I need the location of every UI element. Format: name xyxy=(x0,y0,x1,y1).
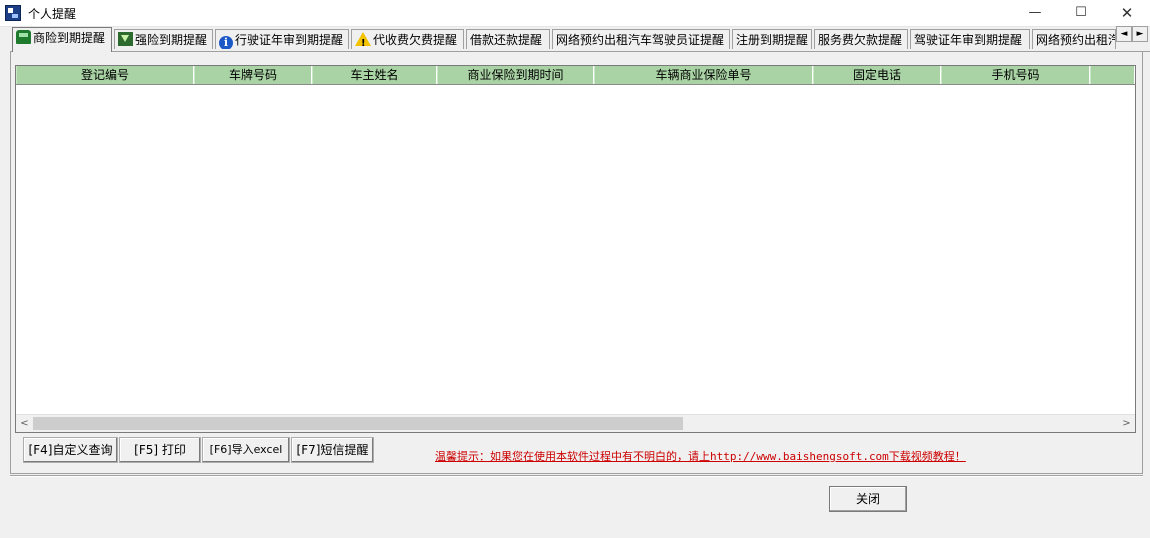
title-bar: 个人提醒 — ☐ ✕ xyxy=(0,0,1150,27)
print-button[interactable]: [F5] 打印 xyxy=(119,437,201,463)
tab-label: 商险到期提醒 xyxy=(33,31,106,45)
tab-ride-hailing-truncated[interactable]: 网络预约出租汽 xyxy=(1032,29,1116,49)
minimize-button[interactable]: — xyxy=(1012,0,1058,26)
column-header[interactable]: 固定电话 xyxy=(813,66,941,84)
tab-license-annual-review[interactable]: i 行驶证年审到期提醒 xyxy=(215,29,349,49)
tab-loan-repayment[interactable]: 借款还款提醒 xyxy=(466,29,550,49)
tip-link[interactable]: 温馨提示：如果您在使用本软件过程中有不明白的，请上http://www.bais… xyxy=(435,448,966,464)
column-header[interactable]: 车辆商业保险单号 xyxy=(594,66,813,84)
reminder-grid[interactable]: 登记编号 车牌号码 车主姓名 商业保险到期时间 车辆商业保险单号 固定电话 手机… xyxy=(15,65,1136,433)
tab-compulsory-insurance-expiry[interactable]: 强险到期提醒 xyxy=(114,29,213,49)
info-icon: i xyxy=(219,36,233,49)
tab-label: 网络预约出租汽车驾驶员证提醒 xyxy=(556,33,725,47)
column-header[interactable]: 手机号码 xyxy=(941,66,1090,84)
tab-scroll-right-button[interactable]: ► xyxy=(1132,26,1148,42)
car-icon xyxy=(16,30,31,44)
column-header[interactable] xyxy=(1090,66,1135,84)
tab-label: 代收费欠费提醒 xyxy=(373,33,458,47)
tab-label: 网络预约出租汽 xyxy=(1036,33,1116,47)
divider xyxy=(10,475,1143,477)
tab-registration-expiry[interactable]: 注册到期提醒 xyxy=(732,29,812,49)
reminder-tabs: 商险到期提醒 强险到期提醒 i行驶证年审到期提醒 代收费欠费提醒 借款还款提醒 … xyxy=(10,27,1150,52)
tab-collection-arrears[interactable]: 代收费欠费提醒 xyxy=(351,29,464,49)
tab-driver-license-annual-review[interactable]: 驾驶证年审到期提醒 xyxy=(910,29,1030,49)
tab-service-fee-arrears[interactable]: 服务费欠款提醒 xyxy=(814,29,908,49)
tab-label: 驾驶证年审到期提醒 xyxy=(914,33,1023,47)
warning-icon xyxy=(355,32,371,49)
window-title: 个人提醒 xyxy=(28,7,77,21)
tab-label: 借款还款提醒 xyxy=(470,33,543,47)
scroll-right-arrow-icon[interactable]: > xyxy=(1118,415,1135,432)
column-header[interactable]: 商业保险到期时间 xyxy=(437,66,594,84)
close-window-button[interactable]: ✕ xyxy=(1104,0,1150,26)
export-excel-button[interactable]: [F6]导入excel xyxy=(202,437,290,463)
scroll-thumb[interactable] xyxy=(33,417,683,430)
tab-scroll-left-button[interactable]: ◄ xyxy=(1116,26,1132,42)
grid-header: 登记编号 车牌号码 车主姓名 商业保险到期时间 车辆商业保险单号 固定电话 手机… xyxy=(16,66,1135,85)
close-button[interactable]: 关闭 xyxy=(829,486,907,512)
tab-label: 服务费欠款提醒 xyxy=(818,33,903,47)
tab-ride-hailing-driver-license[interactable]: 网络预约出租汽车驾驶员证提醒 xyxy=(552,29,730,49)
scroll-left-arrow-icon[interactable]: < xyxy=(16,415,33,432)
tab-label: 行驶证年审到期提醒 xyxy=(235,33,344,47)
column-header[interactable]: 车牌号码 xyxy=(194,66,312,84)
maximize-button[interactable]: ☐ xyxy=(1058,0,1104,26)
column-header[interactable]: 车主姓名 xyxy=(312,66,437,84)
app-icon xyxy=(5,5,21,21)
column-header[interactable]: 登记编号 xyxy=(16,66,194,84)
tab-label: 强险到期提醒 xyxy=(135,33,208,47)
tab-commercial-insurance-expiry[interactable]: 商险到期提醒 xyxy=(12,27,112,52)
down-arrow-icon xyxy=(118,32,133,46)
sms-reminder-button[interactable]: [F7]短信提醒 xyxy=(291,437,374,463)
custom-query-button[interactable]: [F4]自定义查询 xyxy=(23,437,118,463)
tab-label: 注册到期提醒 xyxy=(736,33,809,47)
horizontal-scrollbar[interactable]: < > xyxy=(16,414,1135,432)
